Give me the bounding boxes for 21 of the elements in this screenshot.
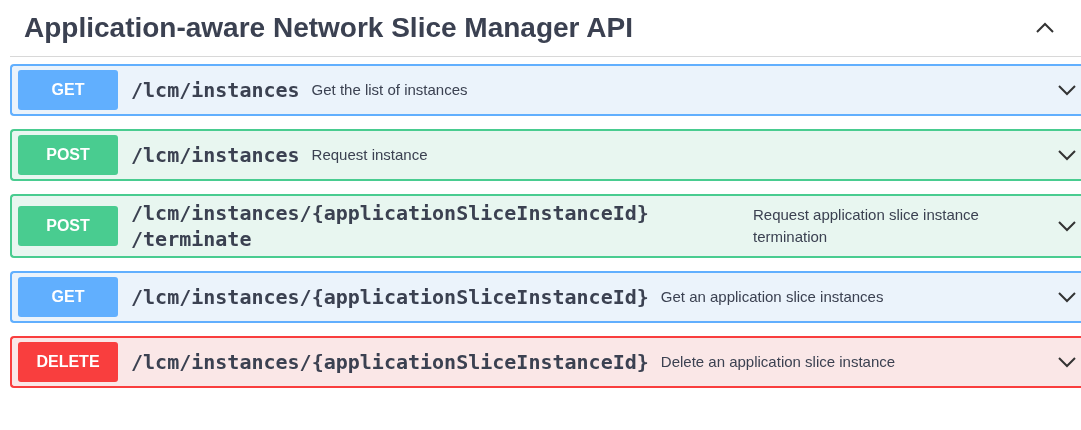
operation-summary: Request instance bbox=[311, 144, 428, 165]
method-badge: GET bbox=[18, 277, 118, 317]
operation-row[interactable]: POST /lcm/instances Request instance bbox=[10, 129, 1081, 181]
endpoint-path: /lcm/instances/{applicationSliceInstanceId}/terminate bbox=[131, 200, 650, 252]
endpoint-path: /lcm/instances/{applicationSliceInstanceId} bbox=[131, 349, 649, 375]
operation-row[interactable]: POST /lcm/instances/{applicationSliceInstanceId}/terminate Request application slice instance termination bbox=[10, 194, 1081, 258]
method-badge: POST bbox=[18, 206, 118, 246]
operation-summary: Delete an application slice instance bbox=[660, 351, 896, 372]
endpoint-path: /lcm/instances bbox=[131, 77, 300, 103]
endpoint-path: /lcm/instances/{applicationSliceInstanceId} bbox=[131, 284, 649, 310]
section-title[interactable]: Application-aware Network Slice Manager API bbox=[24, 12, 633, 44]
operation-row[interactable]: GET /lcm/instances/{applicationSliceInstanceId} Get an application slice instances bbox=[10, 271, 1081, 323]
operation-row[interactable]: DELETE /lcm/instances/{applicationSliceInstanceId} Delete an application slice instance bbox=[10, 336, 1081, 388]
operation-summary: Get the list of instances bbox=[311, 79, 468, 100]
operation-row[interactable]: GET /lcm/instances Get the list of instances bbox=[10, 64, 1081, 116]
method-badge: DELETE bbox=[18, 342, 118, 382]
operation-summary: Request application slice instance termination bbox=[753, 204, 980, 247]
method-badge: POST bbox=[18, 135, 118, 175]
operation-summary: Get an application slice instances bbox=[660, 286, 884, 307]
endpoint-path: /lcm/instances bbox=[131, 142, 300, 168]
method-badge: GET bbox=[18, 70, 118, 110]
